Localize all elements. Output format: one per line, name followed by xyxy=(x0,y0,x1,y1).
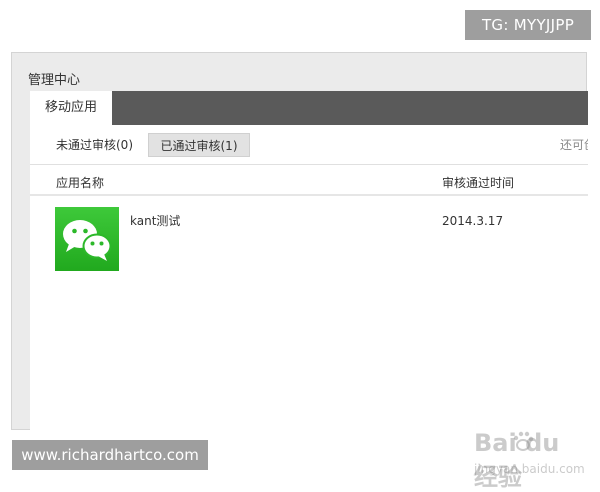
create-more-link[interactable]: 还可创 xyxy=(560,133,588,157)
table-row[interactable]: kant测试 2014.3.17 xyxy=(30,198,588,288)
approval-time: 2014.3.17 xyxy=(442,214,504,228)
filter-not-approved[interactable]: 未通过审核(0) xyxy=(46,133,143,157)
table-header: 应用名称 审核通过时间 xyxy=(30,165,588,196)
baidu-jingyan-watermark: Bai du 经验 jingyan.baidu.com xyxy=(474,429,586,491)
filter-approved[interactable]: 已通过审核(1) xyxy=(148,133,250,157)
apps-content: 未通过审核(0) 已通过审核(1) 还可创 应用名称 审核通过时间 xyxy=(30,125,588,430)
app-name[interactable]: kant测试 xyxy=(130,212,180,229)
tab-mobile-apps[interactable]: 移动应用 xyxy=(30,91,112,125)
column-header-approval-time: 审核通过时间 xyxy=(442,176,515,190)
management-center-panel: 管理中心 移动应用 未通过审核(0) 已通过审核(1) 还可创 应用名称 审核通… xyxy=(11,52,588,491)
watermark-text: Bai du 经验 xyxy=(474,429,560,491)
website-badge: www.richardhartco.com xyxy=(12,440,208,470)
tg-contact-badge: TG: MYYJJPP xyxy=(465,10,591,40)
watermark-url: jingyan.baidu.com xyxy=(474,462,585,476)
column-header-app-name: 应用名称 xyxy=(56,176,105,190)
page-title: 管理中心 xyxy=(28,73,81,88)
tab-bar: 移动应用 xyxy=(30,91,588,125)
wechat-icon[interactable] xyxy=(55,207,119,271)
